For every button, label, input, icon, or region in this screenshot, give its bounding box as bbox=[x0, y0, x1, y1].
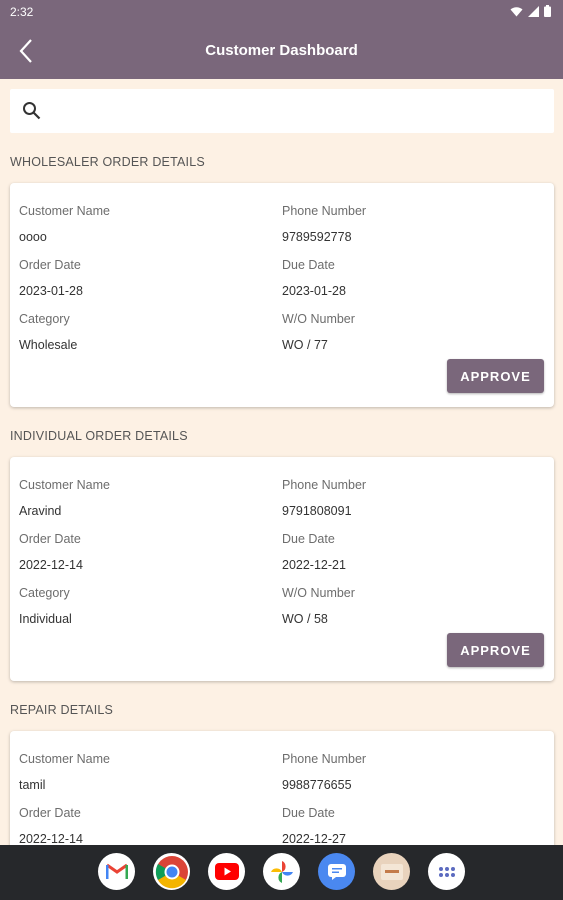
category-label: Category bbox=[19, 586, 70, 600]
app-bar: Customer Dashboard bbox=[0, 24, 563, 79]
due-date-value: 2022-12-21 bbox=[282, 558, 346, 572]
customer-name-label: Customer Name bbox=[19, 204, 110, 218]
individual-order-card: Customer Name Phone Number Aravind 97918… bbox=[10, 457, 554, 681]
section-title-individual: INDIVIDUAL ORDER DETAILS bbox=[10, 429, 188, 443]
youtube-icon[interactable] bbox=[208, 853, 245, 890]
system-dock bbox=[0, 845, 563, 900]
search-icon bbox=[23, 102, 41, 120]
order-date-value: 2022-12-14 bbox=[19, 832, 83, 846]
due-date-value: 2023-01-28 bbox=[282, 284, 346, 298]
due-date-value: 2022-12-27 bbox=[282, 832, 346, 846]
phone-number-value: 9988776655 bbox=[282, 778, 352, 792]
status-bar: 2:32 bbox=[0, 0, 563, 24]
wo-number-value: WO / 77 bbox=[282, 338, 328, 352]
customer-name-value: oooo bbox=[19, 230, 47, 244]
section-title-repair: REPAIR DETAILS bbox=[10, 703, 114, 717]
due-date-label: Due Date bbox=[282, 532, 335, 546]
customer-name-value: Aravind bbox=[19, 504, 62, 518]
category-value: Individual bbox=[19, 612, 72, 626]
due-date-label: Due Date bbox=[282, 806, 335, 820]
page-title: Customer Dashboard bbox=[205, 42, 358, 59]
chrome-icon[interactable] bbox=[153, 853, 190, 890]
approve-button[interactable]: APPROVE bbox=[447, 359, 544, 393]
customer-name-label: Customer Name bbox=[19, 752, 110, 766]
order-date-value: 2023-01-28 bbox=[19, 284, 83, 298]
category-value: Wholesale bbox=[19, 338, 78, 352]
gmail-icon[interactable] bbox=[98, 853, 135, 890]
wo-number-label: W/O Number bbox=[282, 312, 355, 326]
status-icons bbox=[510, 5, 551, 17]
due-date-label: Due Date bbox=[282, 258, 335, 272]
app-drawer-icon[interactable] bbox=[428, 853, 465, 890]
order-date-value: 2022-12-14 bbox=[19, 558, 83, 572]
wo-number-value: WO / 58 bbox=[282, 612, 328, 626]
battery-icon bbox=[544, 5, 551, 17]
customer-name-value: tamil bbox=[19, 778, 46, 792]
wholesaler-order-card: Customer Name Phone Number oooo 97895927… bbox=[10, 183, 554, 407]
phone-number-value: 9791808091 bbox=[282, 504, 352, 518]
photos-icon[interactable] bbox=[263, 853, 300, 890]
wifi-icon bbox=[510, 6, 523, 16]
category-label: Category bbox=[19, 312, 70, 326]
customer-name-label: Customer Name bbox=[19, 478, 110, 492]
order-date-label: Order Date bbox=[19, 532, 81, 546]
order-date-label: Order Date bbox=[19, 258, 81, 272]
approve-button[interactable]: APPROVE bbox=[447, 633, 544, 667]
search-bar[interactable] bbox=[10, 89, 554, 133]
phone-number-label: Phone Number bbox=[282, 204, 367, 218]
phone-number-value: 9789592778 bbox=[282, 230, 352, 244]
order-date-label: Order Date bbox=[19, 806, 81, 820]
signal-icon bbox=[528, 5, 539, 17]
phone-number-label: Phone Number bbox=[282, 478, 367, 492]
status-time: 2:32 bbox=[10, 5, 34, 19]
wo-number-label: W/O Number bbox=[282, 586, 355, 600]
phone-number-label: Phone Number bbox=[282, 752, 367, 766]
messages-icon[interactable] bbox=[318, 853, 355, 890]
section-title-wholesaler: WHOLESALER ORDER DETAILS bbox=[10, 155, 205, 169]
app-thumbnail-icon[interactable] bbox=[373, 853, 410, 890]
